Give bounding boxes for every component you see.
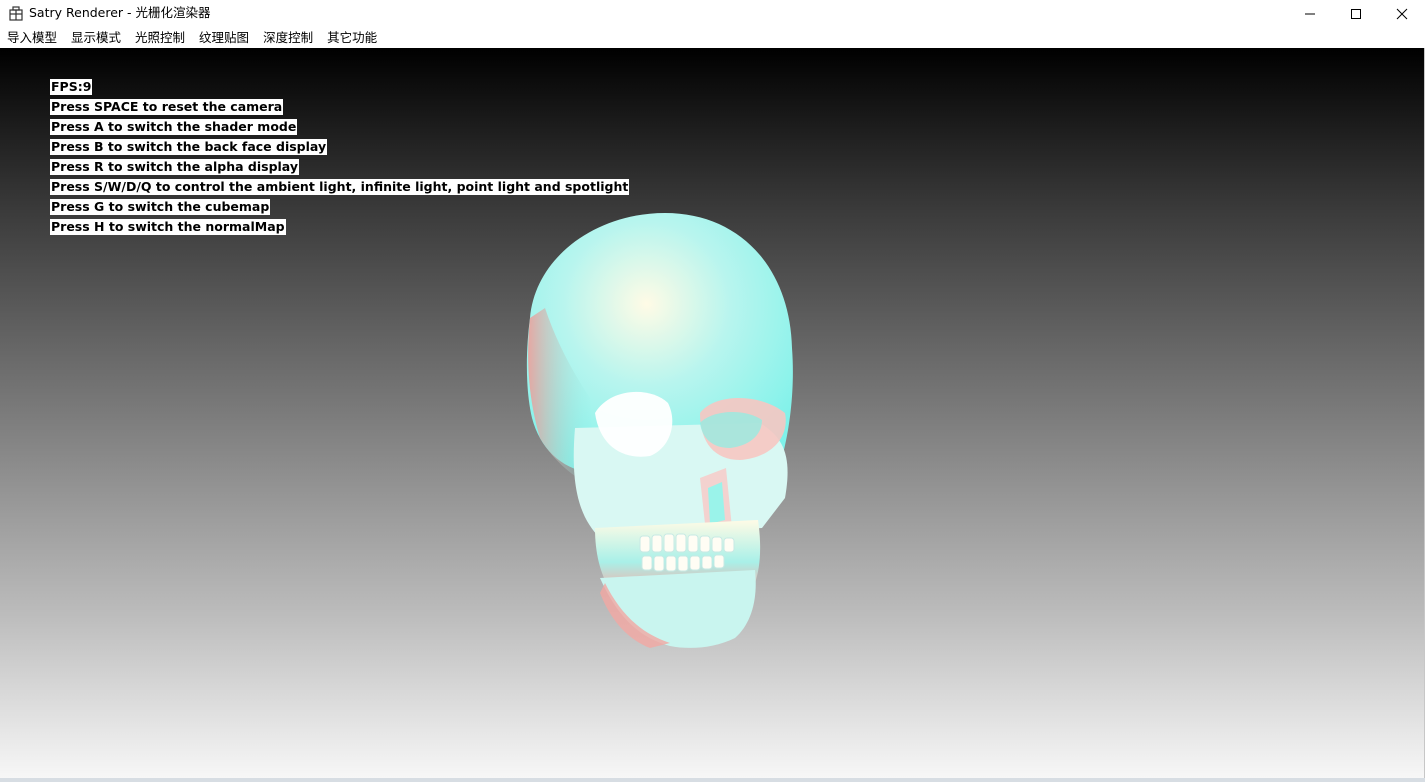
window-border-bottom: [0, 778, 1425, 782]
title-bar: Satry Renderer - 光栅化渲染器: [0, 0, 1425, 28]
hint-alpha-display: Press R to switch the alpha display: [50, 159, 299, 175]
minimize-button[interactable]: [1287, 0, 1333, 28]
hint-cubemap: Press G to switch the cubemap: [50, 199, 271, 215]
hint-shader-mode: Press A to switch the shader mode: [50, 119, 298, 135]
menu-display-mode[interactable]: 显示模式: [64, 28, 128, 48]
menu-texture-mapping[interactable]: 纹理贴图: [192, 28, 256, 48]
app-window-icon: [8, 6, 24, 22]
close-icon: [1396, 8, 1408, 20]
menu-import-model[interactable]: 导入模型: [0, 28, 64, 48]
render-viewport[interactable]: FPS:9 Press SPACE to reset the camera Pr…: [0, 48, 1424, 778]
close-button[interactable]: [1379, 0, 1425, 28]
menu-other-functions[interactable]: 其它功能: [320, 28, 384, 48]
hint-light-control: Press S/W/D/Q to control the ambient lig…: [50, 179, 630, 195]
window-title: Satry Renderer - 光栅化渲染器: [29, 5, 211, 20]
minimize-icon: [1305, 13, 1315, 15]
menu-lighting-control[interactable]: 光照控制: [128, 28, 192, 48]
skull-model: [526, 213, 793, 648]
maximize-icon: [1351, 9, 1361, 19]
maximize-button[interactable]: [1333, 0, 1379, 28]
hint-back-face: Press B to switch the back face display: [50, 139, 328, 155]
hint-normal-map: Press H to switch the normalMap: [50, 219, 286, 235]
fps-counter: FPS:9: [50, 79, 93, 95]
hint-reset-camera: Press SPACE to reset the camera: [50, 99, 284, 115]
menu-bar: 导入模型 显示模式 光照控制 纹理贴图 深度控制 其它功能: [0, 28, 1425, 48]
menu-depth-control[interactable]: 深度控制: [256, 28, 320, 48]
